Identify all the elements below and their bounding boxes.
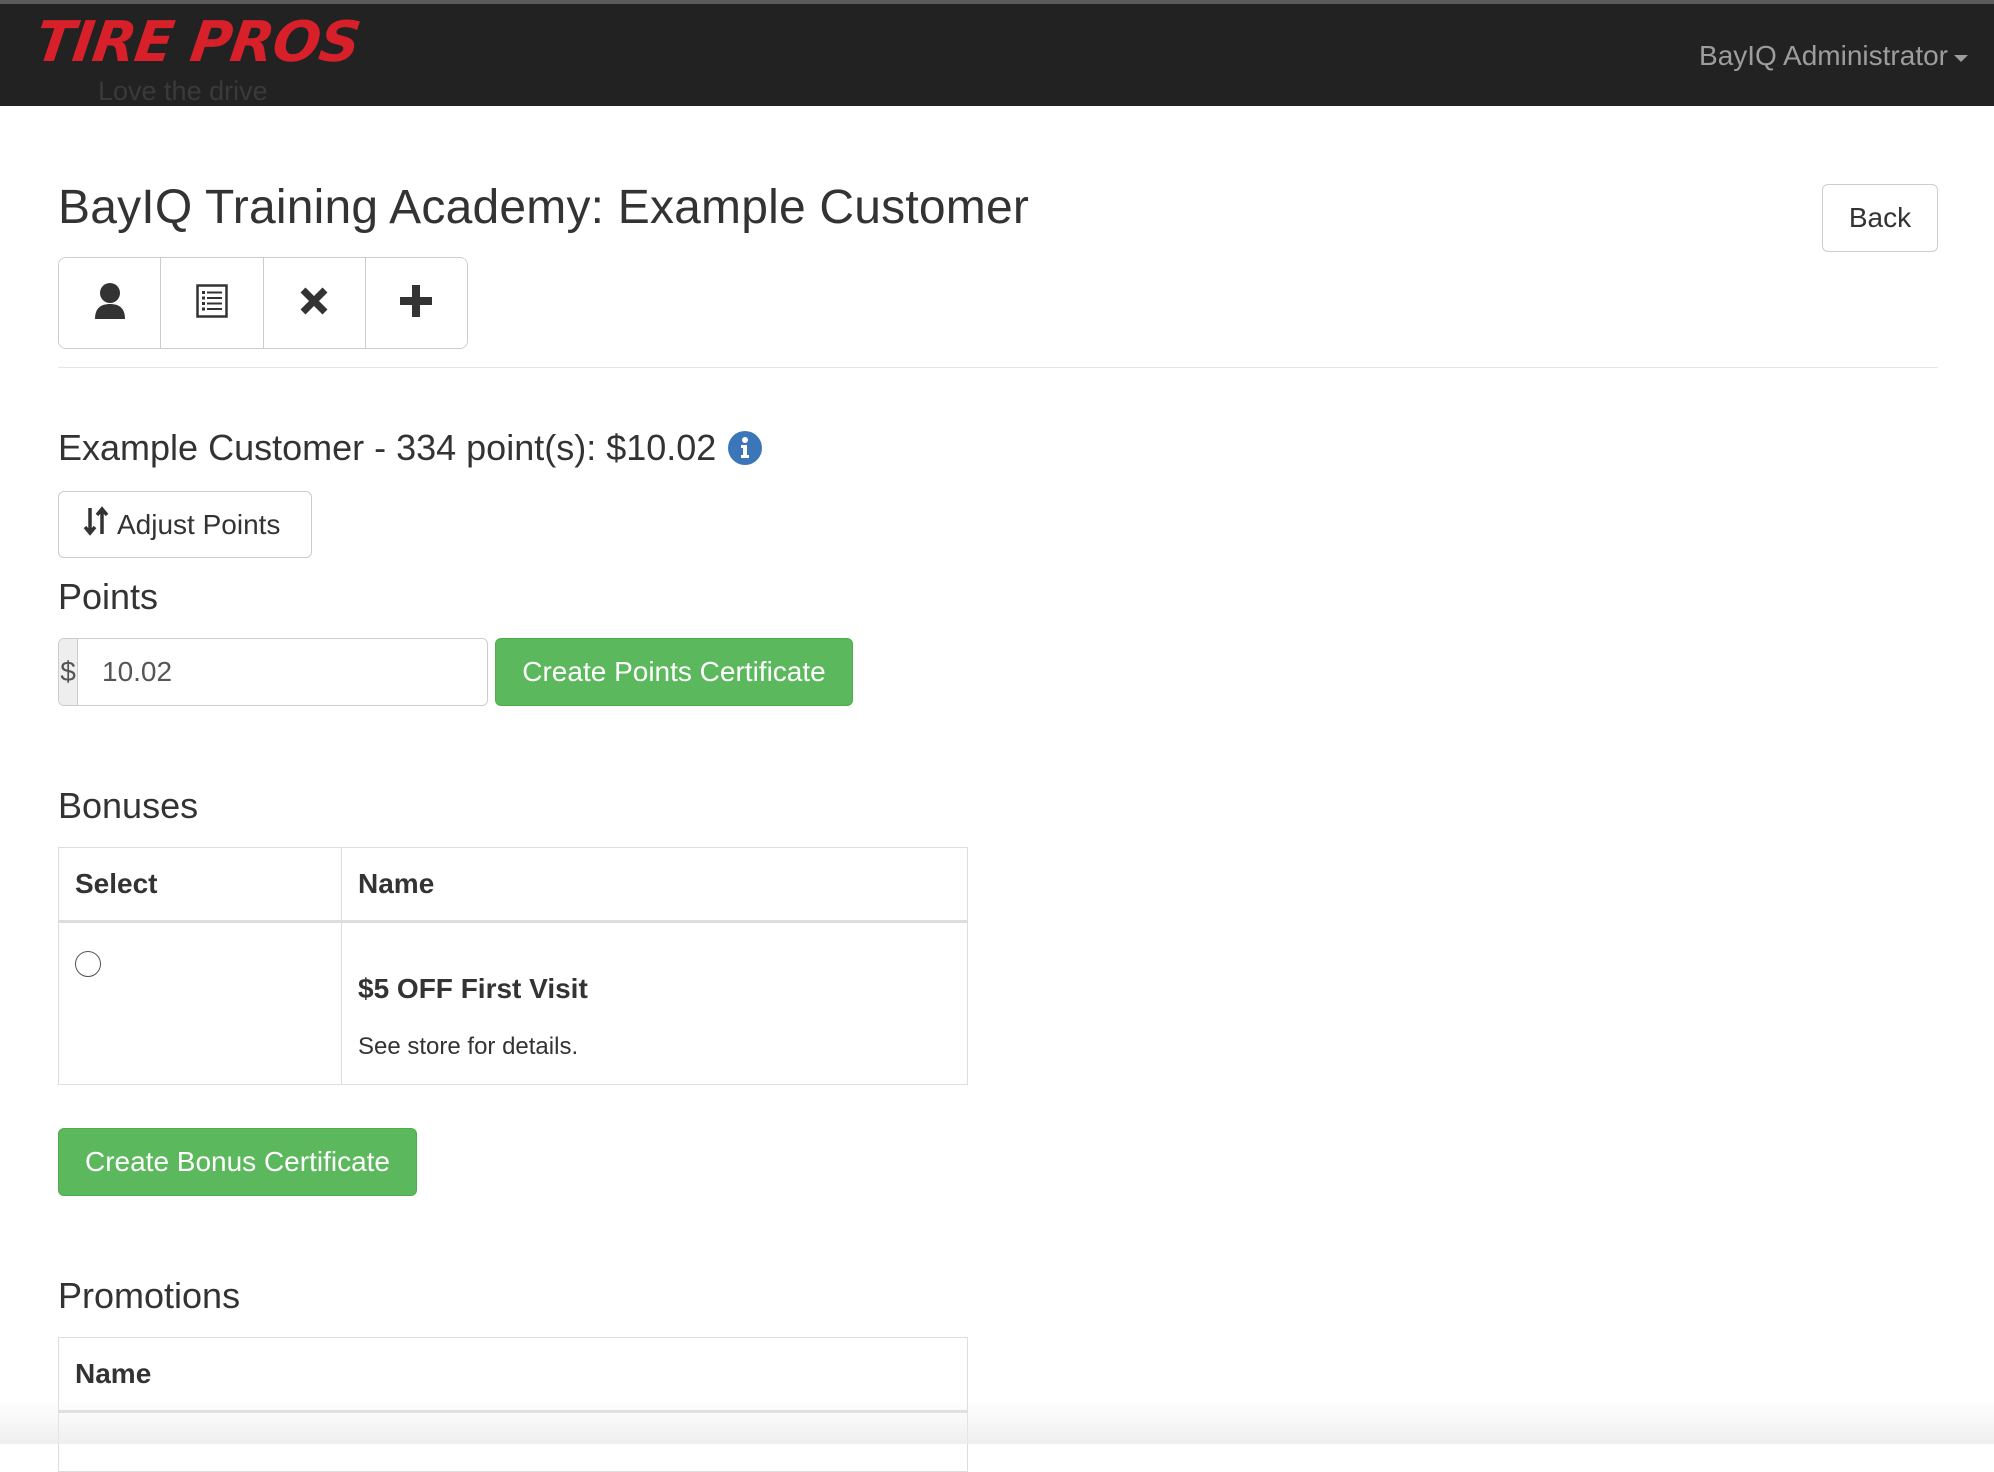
back-button[interactable]: Back	[1822, 184, 1938, 252]
create-bonus-certificate-button[interactable]: Create Bonus Certificate	[58, 1128, 417, 1196]
points-amount-group: $	[58, 638, 488, 706]
bonuses-heading: Bonuses	[58, 785, 199, 826]
table-header-row: Name	[58, 1337, 968, 1413]
table-header-row: Select Name	[58, 847, 968, 923]
brand-name: TIRE PROS	[31, 10, 364, 75]
list-icon	[196, 283, 228, 323]
customer-action-toolbar	[58, 257, 468, 349]
customer-profile-button[interactable]	[59, 258, 162, 348]
currency-addon: $	[59, 639, 78, 705]
column-header-name: Name	[341, 847, 968, 923]
bonus-select-radio[interactable]	[75, 951, 101, 977]
promotion-cell	[58, 1411, 968, 1472]
points-heading: Points	[58, 576, 159, 617]
promotions-table: Name	[58, 1337, 968, 1472]
promotions-heading: Promotions	[58, 1275, 241, 1316]
points-summary-text: Example Customer - 334 point(s): $10.02	[58, 427, 717, 468]
table-row: $5 OFF First Visit See store for details…	[58, 921, 968, 1085]
info-icon[interactable]	[728, 431, 763, 465]
remove-customer-button[interactable]	[263, 258, 366, 348]
brand-logo[interactable]: TIRE PROS Love the drive	[32, 10, 364, 106]
brand-tagline: Love the drive	[98, 76, 268, 106]
points-amount-input[interactable]	[78, 639, 487, 705]
bonus-description: See store for details.	[358, 1033, 579, 1060]
header-divider	[58, 367, 1938, 368]
column-header-name: Name	[58, 1337, 968, 1413]
bonuses-table: Select Name $5 OFF First Visit See store…	[58, 847, 968, 1085]
column-header-select: Select	[58, 847, 342, 923]
plus-icon	[399, 284, 433, 323]
create-points-certificate-button[interactable]: Create Points Certificate	[495, 638, 853, 706]
page-title: BayIQ Training Academy: Example Customer	[58, 181, 1030, 234]
add-button[interactable]	[365, 258, 467, 348]
user-icon	[93, 282, 127, 325]
table-row	[58, 1411, 968, 1472]
remove-icon	[299, 286, 329, 321]
adjust-points-button[interactable]: Adjust Points	[58, 491, 312, 558]
top-navbar: TIRE PROS Love the drive BayIQ Administr…	[0, 0, 1994, 106]
caret-down-icon	[1954, 54, 1968, 62]
points-summary-heading: Example Customer - 334 point(s): $10.02	[58, 427, 763, 469]
user-menu-dropdown[interactable]: BayIQ Administrator	[1699, 40, 1968, 72]
bonus-name-cell: $5 OFF First Visit See store for details…	[341, 921, 968, 1085]
customer-history-button[interactable]	[161, 258, 264, 348]
adjust-points-label: Adjust Points	[117, 508, 281, 540]
bonus-name: $5 OFF First Visit	[358, 973, 588, 1004]
sort-icon	[83, 506, 117, 543]
bonus-select-cell	[58, 921, 342, 1085]
user-menu-label: BayIQ Administrator	[1699, 40, 1948, 71]
